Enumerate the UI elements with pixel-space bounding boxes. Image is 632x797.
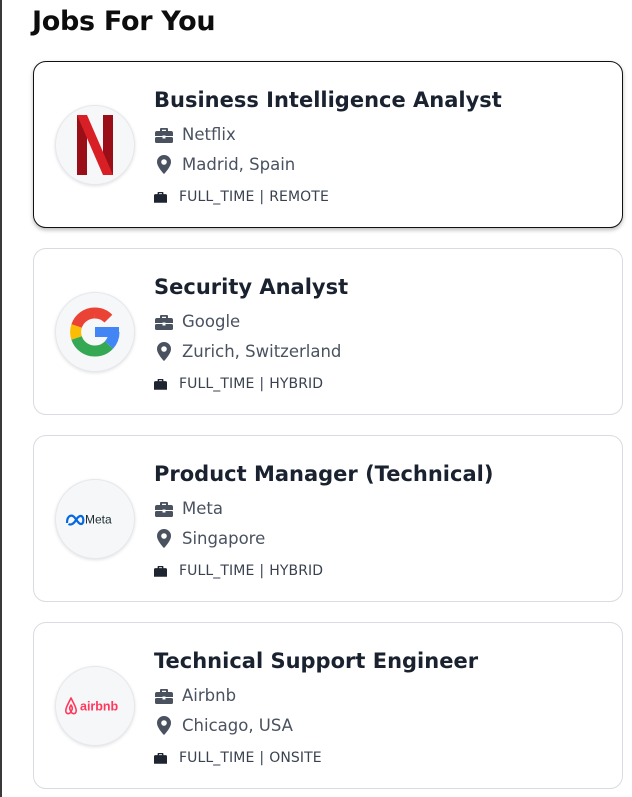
employment-type: FULL_TIME bbox=[179, 750, 255, 766]
work-mode: ONSITE bbox=[269, 750, 322, 766]
briefcase-icon bbox=[154, 190, 168, 204]
company-logo: airbnb bbox=[55, 666, 135, 746]
work-mode: HYBRID bbox=[269, 563, 324, 579]
google-logo bbox=[70, 307, 120, 357]
location-row: Zurich, Switzerland bbox=[154, 342, 341, 361]
meta-separator: | bbox=[259, 750, 265, 766]
map-pin-icon bbox=[154, 342, 173, 361]
company-row: Google bbox=[154, 312, 240, 331]
airbnb-logo: airbnb bbox=[65, 697, 119, 715]
airbnb-logo-text: airbnb bbox=[80, 700, 119, 714]
meta-separator: | bbox=[259, 189, 265, 205]
job-title: Security Analyst bbox=[154, 275, 349, 299]
map-pin-icon bbox=[154, 155, 173, 174]
job-title: Product Manager (Technical) bbox=[154, 462, 494, 486]
location-row: Madrid, Spain bbox=[154, 155, 295, 174]
employment-type: FULL_TIME bbox=[179, 563, 255, 579]
briefcase-icon bbox=[154, 499, 173, 518]
meta-logo-text: Meta bbox=[85, 513, 112, 527]
briefcase-icon bbox=[154, 377, 168, 391]
map-pin-icon bbox=[154, 529, 173, 548]
briefcase-icon bbox=[154, 686, 173, 705]
meta-separator: | bbox=[259, 376, 265, 392]
app-frame: Jobs For You Business Intelligence Analy… bbox=[0, 0, 632, 797]
briefcase-icon bbox=[154, 125, 173, 144]
location-text: Chicago, USA bbox=[182, 716, 293, 735]
company-row: Airbnb bbox=[154, 686, 236, 705]
company-logo bbox=[55, 105, 135, 185]
employment-type: FULL_TIME bbox=[179, 376, 255, 392]
work-mode: REMOTE bbox=[269, 189, 329, 205]
location-text: Madrid, Spain bbox=[182, 155, 296, 174]
job-card-netflix[interactable]: Business Intelligence Analyst Netflix Ma… bbox=[33, 61, 623, 228]
job-meta: FULL_TIME | HYBRID bbox=[154, 376, 323, 392]
job-card-meta[interactable]: Meta Product Manager (Technical) Meta Si… bbox=[33, 435, 623, 602]
location-row: Chicago, USA bbox=[154, 716, 293, 735]
company-name: Meta bbox=[182, 499, 223, 518]
location-text: Singapore bbox=[182, 529, 266, 548]
job-card-airbnb[interactable]: airbnb Technical Support Engineer Airbnb… bbox=[33, 622, 623, 789]
company-name: Airbnb bbox=[182, 686, 237, 705]
netflix-logo bbox=[77, 115, 113, 175]
job-meta: FULL_TIME | HYBRID bbox=[154, 563, 323, 579]
location-text: Zurich, Switzerland bbox=[182, 342, 342, 361]
job-title: Business Intelligence Analyst bbox=[154, 88, 502, 112]
company-name: Google bbox=[182, 312, 241, 331]
job-card-google[interactable]: Security Analyst Google Zurich, Switzerl… bbox=[33, 248, 623, 415]
job-title: Technical Support Engineer bbox=[154, 649, 479, 673]
briefcase-icon bbox=[154, 312, 173, 331]
company-logo bbox=[55, 292, 135, 372]
location-row: Singapore bbox=[154, 529, 265, 548]
company-row: Netflix bbox=[154, 125, 236, 144]
job-meta: FULL_TIME | REMOTE bbox=[154, 189, 329, 205]
company-logo: Meta bbox=[55, 479, 135, 559]
company-name: Netflix bbox=[182, 125, 236, 144]
briefcase-icon bbox=[154, 564, 168, 578]
employment-type: FULL_TIME bbox=[179, 189, 255, 205]
meta-separator: | bbox=[259, 563, 265, 579]
meta-logo: Meta bbox=[65, 513, 112, 527]
page-title: Jobs For You bbox=[32, 6, 216, 37]
work-mode: HYBRID bbox=[269, 376, 324, 392]
map-pin-icon bbox=[154, 716, 173, 735]
briefcase-icon bbox=[154, 751, 168, 765]
company-row: Meta bbox=[154, 499, 223, 518]
job-meta: FULL_TIME | ONSITE bbox=[154, 750, 322, 766]
